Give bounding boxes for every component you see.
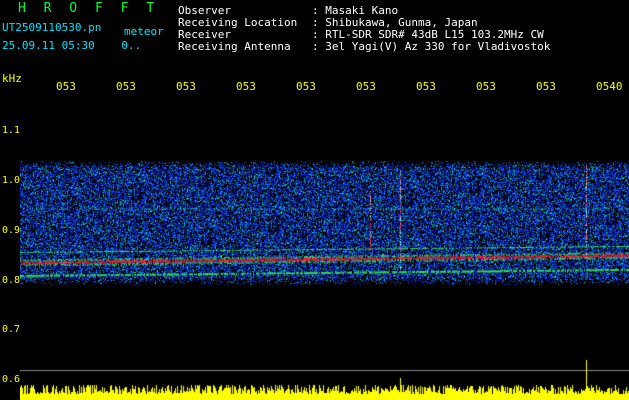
freq-tick: 0.7 bbox=[2, 324, 21, 335]
spectrogram-plot bbox=[20, 96, 629, 400]
freq-tick: 1.1 bbox=[2, 125, 21, 136]
meta-key: Receiving Antenna bbox=[178, 40, 291, 53]
time-tick: 053 bbox=[56, 80, 76, 93]
datetime-label: 25.09.11 05:30 0.. bbox=[2, 39, 142, 52]
meta-row-antenna: Receiving Antenna: 3el Yagi(V) Az 330 fo… bbox=[178, 41, 550, 52]
meta-row-receiver: Receiver: RTL-SDR SDR# 43dB L15 103.2MHz… bbox=[178, 29, 544, 40]
freq-tick: 0.8 bbox=[2, 275, 21, 286]
time-tick: 053 bbox=[416, 80, 436, 93]
frequency-unit-label: kHz bbox=[2, 72, 22, 85]
meta-key: Receiving Location bbox=[178, 16, 298, 29]
time-tick: 053 bbox=[176, 80, 196, 93]
meta-key: Receiver bbox=[178, 28, 231, 41]
meta-value: 3el Yagi(V) Az 330 for Vladivostok bbox=[325, 40, 551, 53]
time-tick: 0540 bbox=[596, 80, 623, 93]
time-tick: 053 bbox=[116, 80, 136, 93]
time-tick: 053 bbox=[356, 80, 376, 93]
freq-tick: 0.6 bbox=[2, 374, 21, 385]
meta-row-location: Receiving Location: Shibukawa, Gunma, Ja… bbox=[178, 17, 478, 28]
time-tick: 053 bbox=[236, 80, 256, 93]
time-tick: 053 bbox=[296, 80, 316, 93]
meteor-label: meteor bbox=[124, 25, 164, 38]
time-tick: 053 bbox=[536, 80, 556, 93]
meta-key: Observer bbox=[178, 4, 231, 17]
meta-sep: : bbox=[312, 40, 319, 53]
file-name: UT2509110530.pn bbox=[2, 21, 102, 34]
time-tick: 053 bbox=[476, 80, 496, 93]
app-title: H R O F F T bbox=[18, 1, 160, 16]
meta-row-observer: Observer: Masaki Kano bbox=[178, 5, 398, 16]
freq-tick: 0.9 bbox=[2, 225, 21, 236]
freq-tick: 1.0 bbox=[2, 175, 21, 186]
